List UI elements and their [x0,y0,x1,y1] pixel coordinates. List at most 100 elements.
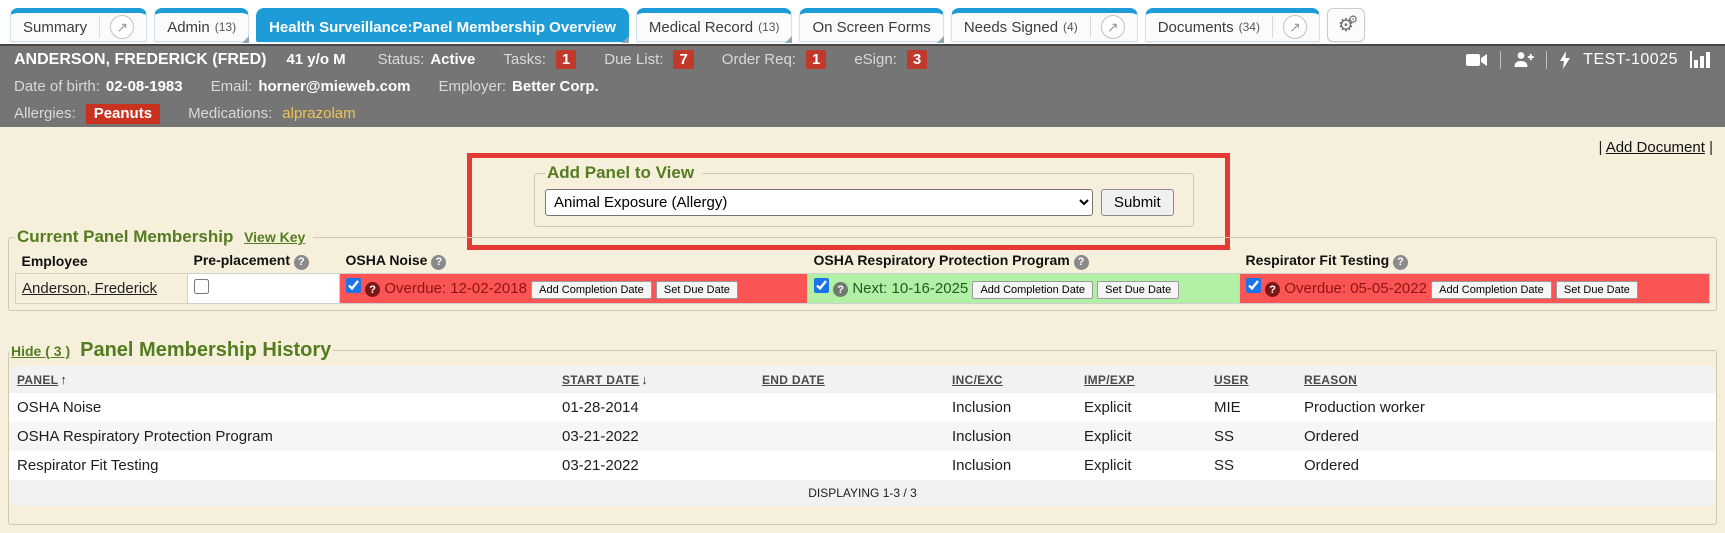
osha-respiratory-checkbox[interactable] [814,278,829,293]
order-req-count-badge[interactable]: 1 [806,50,826,69]
esign-count-badge[interactable]: 3 [907,50,927,69]
tab-divider [1090,16,1091,38]
add-completion-date-button[interactable]: Add Completion Date [531,281,652,299]
bar-chart-icon[interactable] [1690,51,1711,68]
add-completion-date-button[interactable]: Add Completion Date [1431,281,1552,299]
add-person-icon[interactable] [1513,51,1534,68]
current-panel-membership-table: Employee Pre-placement ? OSHA Noise ? OS… [15,249,1710,304]
pipe: | [1598,139,1602,156]
col-user[interactable]: USER [1206,366,1296,393]
help-icon[interactable]: ? [431,255,446,270]
help-icon[interactable]: ? [1393,255,1408,270]
divider [1500,51,1501,69]
panel-membership-history-table: PANEL↑ START DATE↓ END DATE INC/EXC IMP/… [9,366,1716,506]
email-label: Email: [211,78,253,95]
set-due-date-button[interactable]: Set Due Date [1097,281,1179,299]
add-document-area: | Add Document | [1598,139,1713,156]
tab-on-screen-forms[interactable]: On Screen Forms [799,8,943,42]
sort-desc-icon: ↓ [641,372,648,387]
cell-end-date [754,393,944,422]
tab-health-surveillance-panel-membership[interactable]: Health Surveillance:Panel Membership Ove… [256,8,629,42]
osha-noise-checkbox[interactable] [346,278,361,293]
set-due-date-button[interactable]: Set Due Date [1556,281,1638,299]
video-camera-icon[interactable] [1466,52,1488,68]
medication-value[interactable]: alprazolam [282,105,355,122]
tab-needs-signed[interactable]: Needs Signed (4) ↗ [951,8,1138,42]
submit-button[interactable]: Submit [1101,189,1174,216]
help-icon[interactable]: ? [365,282,380,297]
panel-select[interactable]: Animal Exposure (Allergy) [545,189,1093,216]
col-panel[interactable]: PANEL↑ [9,366,554,393]
hide-link[interactable]: Hide ( 3 ) [11,343,70,359]
popup-arrow-icon[interactable]: ↗ [1283,15,1307,39]
tab-count: (34) [1239,20,1260,34]
allergy-badge[interactable]: Peanuts [86,104,160,124]
cell-imp-exp: Explicit [1076,422,1206,451]
help-icon[interactable]: ? [294,255,309,270]
popup-arrow-icon[interactable]: ↗ [1101,15,1125,39]
add-panel-fieldset: Add Panel to View Animal Exposure (Aller… [534,163,1194,227]
col-osha-noise: OSHA Noise ? [340,249,808,273]
due-list-count-badge[interactable]: 7 [673,50,693,69]
cell-inc-exc: Inclusion [944,451,1076,480]
cell-start-date: 03-21-2022 [554,422,754,451]
tab-label: Summary [23,19,87,36]
employee-link[interactable]: Anderson, Frederick [22,280,157,297]
help-icon[interactable]: ? [1265,282,1280,297]
cell-inc-exc: Inclusion [944,422,1076,451]
tab-bar: Summary ↗ Admin (13) Health Surveillance… [0,0,1725,44]
tab-medical-record[interactable]: Medical Record (13) [636,8,793,42]
cell-user: MIE [1206,393,1296,422]
history-row[interactable]: Respirator Fit Testing 03-21-2022 Inclus… [9,451,1716,480]
view-key-link[interactable]: View Key [244,229,305,245]
help-icon[interactable]: ? [1074,255,1089,270]
popup-arrow-icon[interactable]: ↗ [110,15,134,39]
add-document-link[interactable]: Add Document [1606,139,1705,156]
help-icon[interactable]: ? [833,282,848,297]
cell-end-date [754,451,944,480]
tab-admin[interactable]: Admin (13) [154,8,249,42]
col-start-date[interactable]: START DATE↓ [554,366,754,393]
cell-user: SS [1206,422,1296,451]
tab-divider [1272,16,1273,38]
col-end-date[interactable]: END DATE [754,366,944,393]
panel-status: Next: 10-16-2025 [852,280,968,297]
cpm-data-row: Anderson, Frederick ? Overdue: 12-02-201… [16,273,1710,303]
lightning-bolt-icon[interactable] [1559,51,1571,69]
tab-count: (13) [758,20,779,34]
col-reason[interactable]: REASON [1296,366,1716,393]
tasks-count-badge[interactable]: 1 [556,50,576,69]
respirator-fit-checkbox[interactable] [1246,278,1261,293]
cell-panel: OSHA Noise [9,393,554,422]
popup-glyph: ↗ [1107,19,1119,36]
panel-membership-history-legend: Hide ( 3 ) Panel Membership History [9,339,333,362]
add-completion-date-button[interactable]: Add Completion Date [972,281,1093,299]
set-due-date-button[interactable]: Set Due Date [656,281,738,299]
history-row[interactable]: OSHA Noise 01-28-2014 Inclusion Explicit… [9,393,1716,422]
history-row[interactable]: OSHA Respiratory Protection Program 03-2… [9,422,1716,451]
add-panel-legend: Add Panel to View [545,163,702,183]
esign-label: eSign: [854,51,897,68]
tab-summary[interactable]: Summary ↗ [10,8,147,42]
main-content: | Add Document | Add Panel to View Anima… [0,127,1725,533]
tab-label: On Screen Forms [812,19,930,36]
patient-banner-row-1: ANDERSON, FREDERICK (FRED) 41 y/o M Stat… [0,46,1725,73]
tab-divider [99,16,100,38]
settings-gears-icon[interactable]: ⚙ ⚙ [1327,8,1365,42]
tab-count: (13) [215,20,236,34]
due-list-label: Due List: [604,51,663,68]
tab-documents[interactable]: Documents (34) ↗ [1145,8,1320,42]
col-inc-exc[interactable]: INC/EXC [944,366,1076,393]
patient-banner-row-2: Date of birth: 02-08-1983 Email: horner@… [0,73,1725,100]
cell-reason: Production worker [1296,393,1716,422]
tasks-label: Tasks: [503,51,546,68]
order-req-label: Order Req: [722,51,796,68]
pre-placement-checkbox[interactable] [194,279,209,294]
cell-reason: Ordered [1296,422,1716,451]
tab-label: Documents [1158,19,1234,36]
col-employee: Employee [16,249,188,273]
pre-placement-cell [188,273,340,303]
col-imp-exp[interactable]: IMP/EXP [1076,366,1206,393]
panel-membership-history-fieldset: Hide ( 3 ) Panel Membership History PANE… [8,339,1717,525]
patient-banner: ANDERSON, FREDERICK (FRED) 41 y/o M Stat… [0,44,1725,127]
